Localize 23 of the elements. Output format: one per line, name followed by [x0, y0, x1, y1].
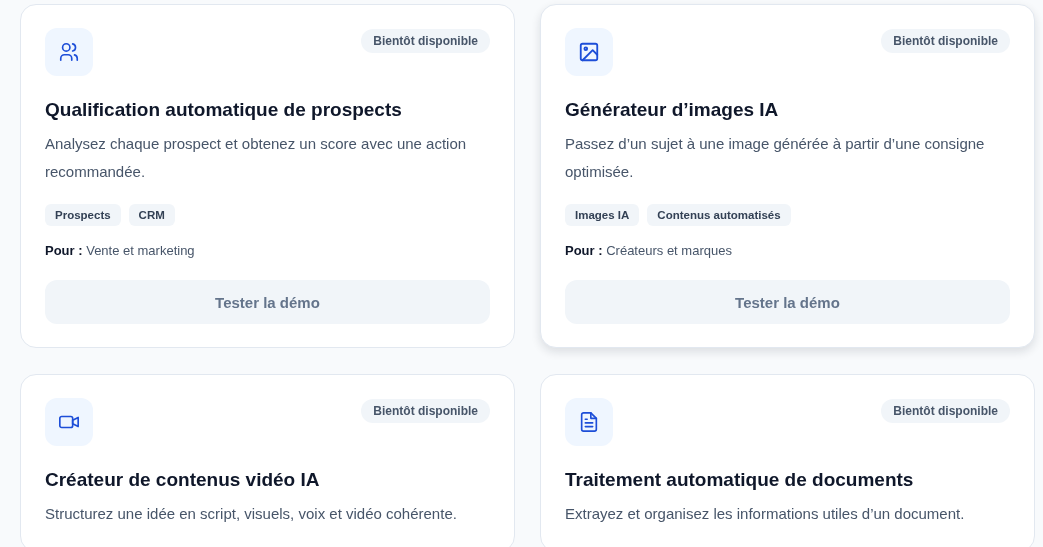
tag: CRM — [128, 204, 175, 226]
users-icon — [58, 41, 80, 63]
document-icon — [578, 411, 600, 433]
audience-text: Pour : Vente et marketing — [45, 243, 196, 258]
card-description: Structurez une idée en script, visuels, voix et vidéo cohérente. — [45, 504, 458, 524]
status-badge: Bientôt disponible — [881, 399, 1010, 423]
tag: Prospects — [45, 204, 121, 226]
card-title: Traitement automatique de documents — [565, 468, 915, 492]
card-description: Extrayez et organisez les informations utiles d’un document. — [565, 504, 966, 524]
audience-text: Pour : Créateurs et marques — [565, 243, 733, 258]
card-title: Générateur d’images IA — [565, 98, 780, 122]
tag: Images IA — [565, 204, 640, 226]
card-title: Qualification automatique de prospects — [45, 98, 403, 122]
status-badge: Bientôt disponible — [361, 29, 490, 53]
status-badge: Bientôt disponible — [361, 399, 490, 423]
card-description: Passez d’un sujet à une image générée à partir d’une consigne optimisée. — [565, 134, 986, 182]
status-badge: Bientôt disponible — [881, 29, 1010, 53]
card-title: Créateur de contenus vidéo IA — [45, 468, 321, 492]
demo-button[interactable]: Tester la démo — [565, 280, 1010, 324]
card-description: Analysez chaque prospect et obtenez un score avec une action recommandée. — [45, 134, 468, 182]
demo-button[interactable]: Tester la démo — [45, 280, 490, 324]
tag: Contenus automatisés — [647, 204, 791, 226]
image-icon — [578, 41, 600, 63]
